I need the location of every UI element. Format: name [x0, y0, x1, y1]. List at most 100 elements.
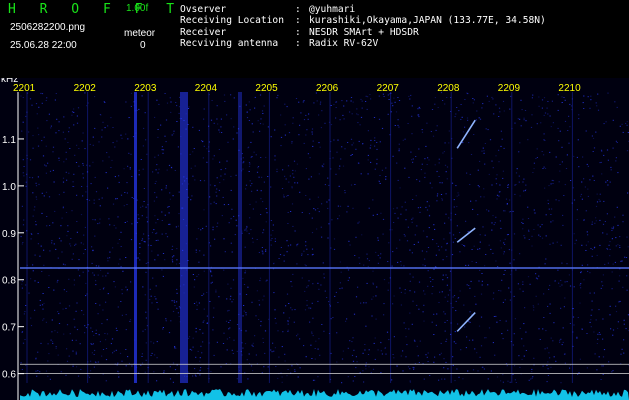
noise-pixel — [466, 92, 468, 94]
noise-pixel — [169, 378, 172, 380]
noise-pixel — [569, 367, 571, 369]
noise-pixel — [203, 308, 205, 310]
noise-pixel — [265, 221, 267, 223]
noise-pixel — [21, 283, 23, 285]
noise-pixel — [203, 254, 205, 256]
noise-pixel — [439, 291, 441, 293]
noise-pixel — [247, 147, 249, 149]
noise-pixel — [370, 161, 372, 163]
noise-pixel — [581, 264, 583, 266]
noise-pixel — [472, 208, 474, 210]
noise-pixel — [156, 357, 158, 359]
noise-pixel — [35, 196, 37, 198]
noise-pixel — [99, 304, 101, 306]
noise-pixel — [117, 371, 119, 373]
noise-pixel — [229, 319, 231, 321]
noise-pixel — [233, 339, 235, 341]
noise-pixel — [37, 281, 39, 283]
noise-pixel — [127, 356, 129, 358]
noise-pixel — [312, 335, 314, 337]
noise-pixel — [155, 169, 157, 171]
noise-pixel — [81, 140, 83, 142]
noise-pixel — [596, 369, 598, 371]
noise-pixel — [66, 179, 68, 181]
noise-pixel — [348, 240, 350, 242]
noise-pixel — [299, 124, 301, 126]
noise-pixel — [551, 100, 553, 102]
noise-pixel — [596, 105, 598, 107]
noise-pixel — [151, 232, 154, 234]
noise-pixel — [304, 290, 306, 292]
noise-pixel — [258, 176, 260, 178]
noise-pixel — [81, 310, 83, 312]
noise-pixel — [441, 182, 443, 184]
noise-pixel — [563, 353, 566, 355]
noise-pixel — [509, 108, 511, 110]
noise-pixel — [518, 181, 520, 183]
noise-pixel — [256, 290, 258, 292]
noise-pixel — [398, 100, 401, 101]
noise-pixel — [287, 323, 289, 325]
noise-pixel — [355, 367, 357, 369]
noise-pixel — [376, 286, 378, 288]
noise-pixel — [446, 277, 449, 279]
noise-pixel — [455, 342, 457, 344]
noise-pixel — [61, 217, 63, 219]
noise-pixel — [590, 95, 592, 97]
noise-pixel — [29, 176, 31, 178]
noise-pixel — [549, 357, 551, 359]
noise-pixel — [318, 142, 320, 144]
noise-pixel — [447, 300, 449, 302]
noise-pixel — [530, 126, 533, 128]
noise-pixel — [381, 127, 384, 129]
noise-pixel — [37, 233, 39, 235]
noise-pixel — [593, 331, 595, 333]
noise-pixel — [601, 173, 603, 175]
noise-pixel — [245, 294, 248, 295]
noise-pixel — [318, 114, 320, 116]
minute-label: 2205 — [255, 83, 278, 94]
noise-pixel — [225, 320, 228, 322]
noise-pixel — [58, 313, 60, 315]
noise-pixel — [33, 209, 35, 211]
noise-pixel — [187, 108, 190, 109]
noise-pixel — [436, 243, 438, 245]
noise-pixel — [522, 223, 524, 224]
noise-pixel — [454, 380, 456, 382]
noise-pixel — [140, 364, 142, 366]
noise-pixel — [283, 194, 285, 196]
noise-pixel — [171, 134, 173, 136]
noise-pixel — [107, 272, 109, 274]
noise-pixel — [458, 110, 460, 112]
noise-pixel — [515, 269, 517, 271]
noise-pixel — [51, 319, 53, 321]
noise-pixel — [478, 325, 481, 327]
noise-pixel — [465, 347, 467, 349]
noise-pixel — [285, 178, 287, 180]
noise-pixel — [535, 295, 537, 297]
noise-pixel — [155, 285, 157, 287]
noise-pixel — [599, 219, 601, 221]
noise-pixel — [150, 341, 152, 343]
noise-pixel — [220, 169, 222, 171]
noise-pixel — [44, 164, 46, 166]
noise-pixel — [136, 222, 139, 224]
noise-pixel — [499, 184, 501, 186]
noise-pixel — [544, 140, 546, 141]
noise-pixel — [124, 192, 126, 193]
noise-pixel — [258, 304, 261, 306]
noise-pixel — [523, 355, 525, 357]
noise-pixel — [436, 125, 438, 127]
noise-pixel — [531, 245, 533, 247]
noise-pixel — [549, 284, 551, 286]
noise-pixel — [261, 250, 263, 252]
noise-pixel — [201, 295, 203, 296]
noise-pixel — [507, 184, 509, 186]
noise-pixel — [43, 249, 45, 251]
noise-pixel — [376, 163, 378, 165]
noise-pixel — [200, 345, 202, 347]
noise-pixel — [228, 322, 230, 323]
noise-pixel — [66, 348, 68, 350]
noise-pixel — [176, 364, 178, 366]
noise-pixel — [93, 334, 95, 336]
